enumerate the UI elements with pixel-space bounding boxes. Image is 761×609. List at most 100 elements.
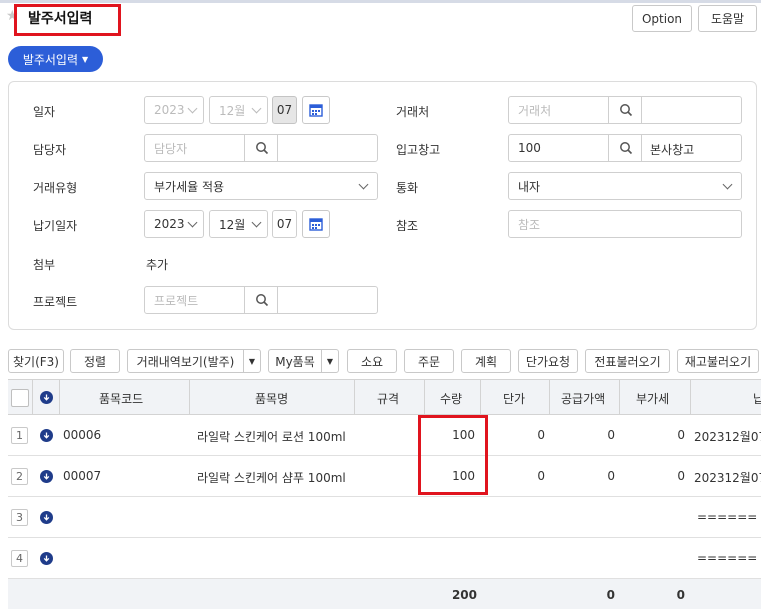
due-year-value: 2023	[154, 217, 185, 231]
project-placeholder: 프로젝트	[154, 293, 199, 308]
divider	[59, 380, 60, 415]
date-month-select[interactable]: 12월	[209, 96, 268, 124]
item-vat[interactable]: 0	[619, 469, 685, 483]
item-due[interactable]: 202312월07	[694, 428, 761, 445]
load-slip-button[interactable]: 전표불러오기	[585, 349, 670, 373]
caret-down-icon[interactable]: ▼	[243, 350, 260, 372]
search-icon[interactable]	[619, 141, 633, 155]
chevron-down-icon	[251, 217, 262, 228]
table-row[interactable]: 3 ======	[8, 497, 761, 538]
search-icon[interactable]	[255, 141, 269, 155]
divider	[641, 135, 642, 161]
due-year-select[interactable]: 2023	[144, 210, 204, 238]
col-price: 단가	[503, 392, 526, 406]
col-spec: 규격	[377, 392, 400, 406]
my-items-label: My품목	[275, 354, 315, 369]
trade-type-select[interactable]: 부가세율 적용	[144, 172, 378, 200]
caret-down-icon[interactable]: ▼	[321, 350, 338, 372]
divider	[277, 287, 278, 313]
select-all-checkbox[interactable]	[11, 389, 29, 407]
total-qty: 200	[451, 588, 477, 602]
date-year-value: 2023	[154, 103, 185, 117]
reference-input[interactable]: 참조	[508, 210, 742, 238]
item-due[interactable]: 202312월07	[694, 469, 761, 486]
warehouse-field[interactable]: 100 본사창고	[508, 134, 742, 162]
order-button[interactable]: 주문	[404, 349, 454, 373]
chevron-down-icon	[722, 179, 733, 190]
search-icon[interactable]	[619, 103, 633, 117]
col-vat: 부가세	[636, 392, 670, 406]
chevron-down-icon	[251, 103, 262, 114]
due-day-input[interactable]: 07	[272, 210, 297, 238]
chevron-down-icon	[187, 103, 198, 114]
caret-down-icon: ▼	[82, 54, 89, 64]
date-calendar-button[interactable]	[302, 96, 330, 124]
plan-button[interactable]: 계획	[461, 349, 511, 373]
col-due: 납	[753, 392, 761, 406]
divider	[619, 380, 620, 415]
customer-field[interactable]: 거래처	[508, 96, 742, 124]
divider	[189, 380, 190, 415]
arrow-down-circle-icon[interactable]	[40, 391, 53, 404]
item-code[interactable]: 00007	[63, 469, 101, 483]
consume-button[interactable]: 소요	[347, 349, 397, 373]
due-month-select[interactable]: 12월	[209, 210, 268, 238]
project-label: 프로젝트	[33, 295, 78, 309]
mode-dropdown-button[interactable]: 발주서입력 ▼	[8, 46, 103, 72]
arrow-down-circle-icon[interactable]	[40, 511, 53, 524]
manager-label: 담당자	[33, 143, 67, 157]
col-qty: 수량	[440, 392, 463, 406]
divider	[277, 135, 278, 161]
arrow-down-circle-icon[interactable]	[40, 552, 53, 565]
manager-field[interactable]: 담당자	[144, 134, 378, 162]
divider	[244, 287, 245, 313]
help-button[interactable]: 도움말	[698, 5, 757, 32]
arrow-down-circle-icon[interactable]	[40, 470, 53, 483]
item-code[interactable]: 00006	[63, 428, 101, 442]
reference-label: 참조	[396, 219, 419, 233]
order-form: 일자 2023 12월 07 거래처 거래처 담당자 담당자 입고창고 100 …	[8, 81, 757, 330]
history-label: 거래내역보기(발주)	[136, 354, 235, 369]
total-supply: 0	[606, 588, 615, 602]
item-vat[interactable]: 0	[619, 428, 685, 442]
currency-select[interactable]: 내자	[508, 172, 742, 200]
my-items-button[interactable]: My품목 ▼	[268, 349, 339, 373]
item-supply[interactable]: 0	[549, 469, 615, 483]
row-number: 2	[11, 468, 28, 485]
item-due[interactable]: ======	[697, 551, 757, 565]
item-due[interactable]: ======	[697, 510, 757, 524]
item-price[interactable]: 0	[480, 428, 545, 442]
search-icon[interactable]	[255, 293, 269, 307]
warehouse-code: 100	[518, 141, 541, 155]
total-vat: 0	[676, 588, 685, 602]
due-month-value: 12월	[219, 217, 246, 232]
divider	[480, 380, 481, 415]
option-button[interactable]: Option	[632, 5, 692, 32]
date-day-input[interactable]: 07	[272, 96, 297, 124]
item-price[interactable]: 0	[480, 469, 545, 483]
divider	[641, 97, 642, 123]
arrow-down-circle-icon[interactable]	[40, 429, 53, 442]
table-row[interactable]: 2 00007 라일락 스킨케어 샴푸 100ml 100 0 0 0 2023…	[8, 456, 761, 497]
item-name[interactable]: 라일락 스킨케어 샴푸 100ml	[197, 469, 346, 486]
table-row[interactable]: 4 ======	[8, 538, 761, 579]
row-number: 3	[11, 509, 28, 526]
project-field[interactable]: 프로젝트	[144, 286, 378, 314]
item-supply[interactable]: 0	[549, 428, 615, 442]
sort-button[interactable]: 정렬	[70, 349, 120, 373]
due-date-label: 납기일자	[33, 219, 78, 233]
date-year-select[interactable]: 2023	[144, 96, 204, 124]
reference-placeholder: 참조	[518, 217, 541, 232]
table-row[interactable]: 1 00006 라일락 스킨케어 로션 100ml 100 0 0 0 2023…	[8, 415, 761, 456]
due-calendar-button[interactable]	[302, 210, 330, 238]
manager-placeholder: 담당자	[154, 141, 188, 156]
customer-label: 거래처	[396, 105, 430, 119]
history-button[interactable]: 거래내역보기(발주) ▼	[127, 349, 261, 373]
price-request-button[interactable]: 단가요청	[518, 349, 578, 373]
currency-label: 통화	[396, 181, 419, 195]
item-name[interactable]: 라일락 스킨케어 로션 100ml	[197, 428, 346, 445]
divider	[244, 135, 245, 161]
attachment-add-link[interactable]: 추가	[146, 256, 168, 273]
find-button[interactable]: 찾기(F3)	[8, 349, 64, 373]
load-stock-button[interactable]: 재고불러오기	[677, 349, 759, 373]
